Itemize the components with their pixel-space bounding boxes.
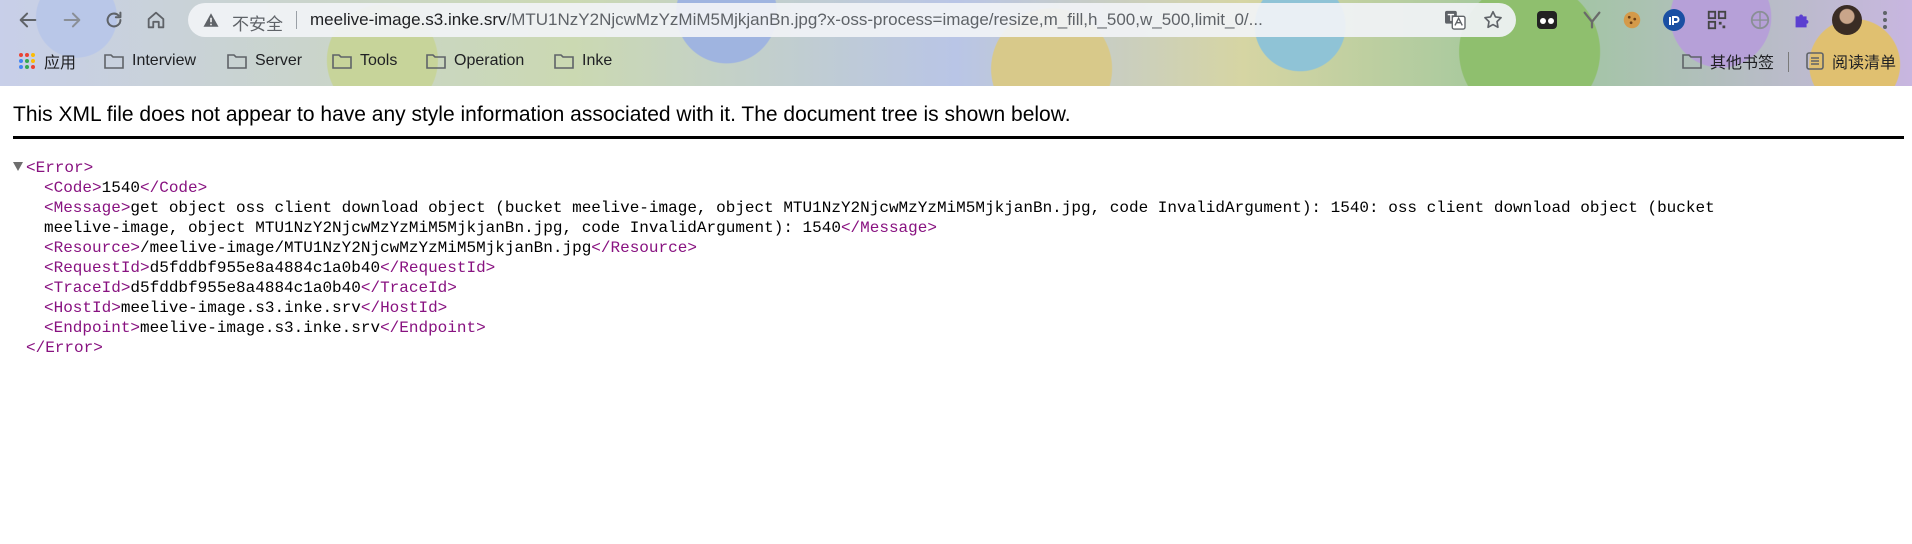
tag-close: </HostId> [360,299,448,317]
back-button[interactable] [14,6,42,34]
reload-button[interactable] [100,6,128,34]
message-value-part2: meelive-image, object MTU1NzY2NjcwMzYzMi… [44,219,841,237]
bookmark-folder-server[interactable]: Server [227,46,302,76]
host-id-value: meelive-image.s3.inke.srv [120,299,361,317]
tag-open: <Code> [44,179,102,197]
bookmark-label: 应用 [44,55,77,72]
bookmark-separator [1788,52,1789,72]
folder-icon [426,54,446,69]
tag-close: </Endpoint> [380,319,486,337]
tag-close: </TraceId> [360,279,457,297]
cookie-icon [1623,11,1641,29]
url-text[interactable]: meelive-image.s3.inke.srv/MTU1NzY2NjcwMz… [310,10,1263,30]
reload-icon [106,11,122,28]
tag-open: <Message> [44,199,131,217]
menu-icon[interactable] [1878,8,1892,32]
extension-button-4[interactable] [1662,8,1686,32]
url-path: /MTU1NzY2NjcwMzYzMiM5MjkjanBn.jpg?x-oss-… [506,10,1263,29]
xml-endpoint-line: <Endpoint>meelive-image.s3.inke.srv</End… [44,318,486,338]
xml-traceid-line: <TraceId>d5fddbf955e8a4884c1a0b40</Trace… [44,278,457,298]
xml-style-notice: This XML file does not appear to have an… [13,103,1071,126]
tag-open: <TraceId> [44,279,131,297]
bookmark-other-folder[interactable]: 其他书签 [1682,46,1774,76]
bookmark-label: Operation [454,52,525,69]
tag-close: </Message> [840,219,937,237]
browser-chrome: 不安全 meelive-image.s3.inke.srv/MTU1NzY2Nj… [0,0,1912,86]
extension-button-3[interactable] [1620,8,1644,32]
not-secure-label[interactable]: 不安全 [232,10,283,35]
qr-icon [1707,10,1727,30]
xml-requestid-line: <RequestId>d5fddbf955e8a4884c1a0b40</Req… [44,258,495,278]
bookmark-label: Server [255,52,303,69]
folder-icon [332,54,352,69]
xml-code-line: <Code>1540</Code> [44,178,207,198]
profile-avatar[interactable] [1832,5,1862,35]
bookmark-label: Inke [582,52,613,69]
extension-icon [1663,9,1685,31]
resource-value: /meelive-image/MTU1NzY2NjcwMzYzMiM5Mjkja… [140,239,592,257]
star-icon[interactable] [1482,9,1504,31]
bookmark-apps[interactable]: 应用 [18,46,76,76]
browser-toolbar: 不安全 meelive-image.s3.inke.srv/MTU1NzY2Nj… [0,0,1912,40]
tag-close: </Resource> [591,239,697,257]
tag-close: </RequestId> [380,259,496,277]
forward-icon [63,12,81,28]
tag-open: <RequestId> [44,259,150,277]
reading-list-icon [1806,52,1824,70]
folder-icon [104,54,124,69]
xml-root-close: </Error> [26,338,103,358]
xml-message-line: <Message>get object oss client download … [44,198,1715,218]
xml-message-line-cont: meelive-image, object MTU1NzY2NjcwMzYzMi… [44,218,937,238]
bookmarks-bar: 应用 Interview Server Tools Operation Inke… [0,46,1912,78]
address-bar[interactable]: 不安全 meelive-image.s3.inke.srv/MTU1NzY2Nj… [188,3,1516,37]
xml-hostid-line: <HostId>meelive-image.s3.inke.srv</HostI… [44,298,447,318]
xml-root-open: <Error> [26,158,93,178]
bookmark-folder-tools[interactable]: Tools [332,46,397,76]
notice-divider [13,136,1904,139]
tag-open: <Endpoint> [44,319,141,337]
forward-button[interactable] [58,6,86,34]
tag-close: </Code> [140,179,208,197]
translate-icon[interactable] [1444,10,1466,30]
tag-open: <HostId> [44,299,121,317]
extension-icon [1750,10,1770,30]
xml-resource-line: <Resource>/meelive-image/MTU1NzY2NjcwMzY… [44,238,697,258]
url-host: meelive-image.s3.inke.srv [310,10,507,29]
back-icon [19,12,37,28]
tag-error-open: <Error> [26,159,94,177]
puzzle-icon [1795,14,1809,28]
home-button[interactable] [142,6,170,34]
bookmark-label: 其他书签 [1710,55,1775,72]
extension-button-5[interactable] [1705,8,1729,32]
bookmark-label: Tools [360,52,398,69]
message-value-part1: get object oss client download object (b… [130,199,1715,217]
tag-error-close: </Error> [26,339,103,357]
extension-icon [1537,11,1557,29]
warning-icon[interactable] [202,11,220,29]
request-id-value: d5fddbf955e8a4884c1a0b40 [149,259,381,277]
extension-button-2[interactable] [1580,8,1604,32]
folder-icon [227,54,247,69]
extension-button-1[interactable] [1535,8,1559,32]
folder-icon [554,54,574,69]
collapse-toggle-icon[interactable] [13,162,23,171]
extension-button-6[interactable] [1748,8,1772,32]
folder-icon [1682,54,1702,69]
reading-list-button[interactable]: 阅读清单 [1806,46,1896,76]
bookmark-folder-operation[interactable]: Operation [426,46,524,76]
endpoint-value: meelive-image.s3.inke.srv [140,319,381,337]
tag-open: <Resource> [44,239,141,257]
extension-icon [1583,11,1601,29]
extensions-menu-button[interactable] [1790,8,1814,32]
bookmark-label: Interview [132,52,197,69]
address-separator [296,11,297,29]
apps-grid-icon [19,53,35,69]
reading-list-label: 阅读清单 [1832,55,1897,72]
code-value: 1540 [101,179,141,197]
bookmark-folder-interview[interactable]: Interview [104,46,196,76]
home-icon [147,11,165,29]
trace-id-value: d5fddbf955e8a4884c1a0b40 [130,279,361,297]
bookmark-folder-inke[interactable]: Inke [554,46,612,76]
